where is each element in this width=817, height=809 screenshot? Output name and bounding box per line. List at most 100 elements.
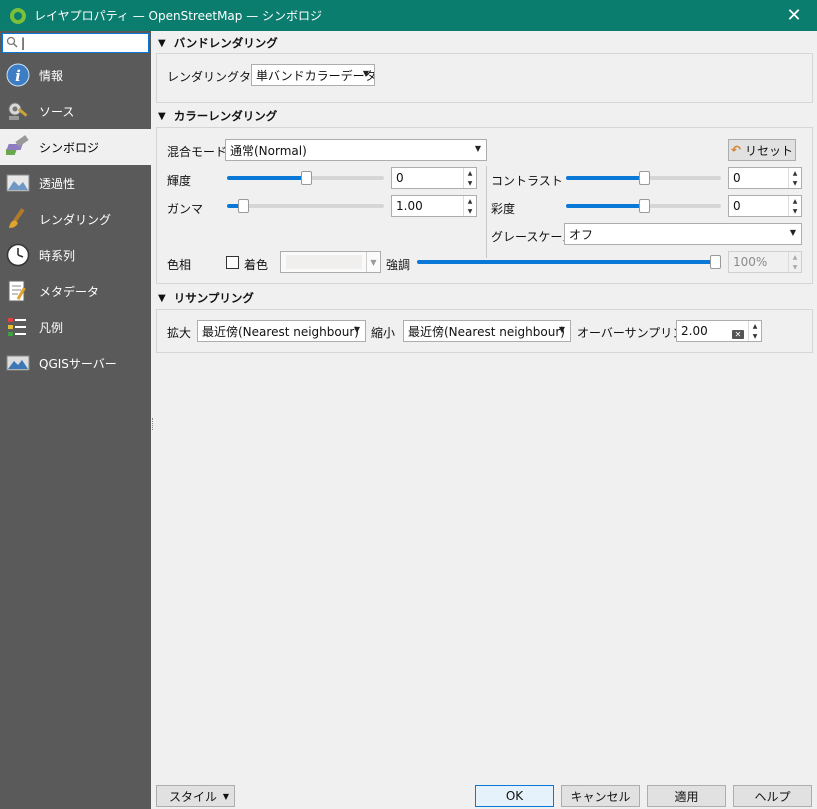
spin-arrows-icon[interactable]: ▲ ▼ — [748, 321, 761, 341]
ok-button[interactable]: OK — [475, 785, 554, 807]
server-icon — [5, 350, 31, 376]
oversampling-value: 2.00 — [681, 324, 708, 338]
window-title: レイヤプロパティ — OpenStreetMap — シンボロジ — [34, 9, 323, 23]
chevron-down-icon: ▼ — [558, 325, 565, 334]
cancel-label: キャンセル — [570, 789, 631, 804]
oversampling-spinbox[interactable]: 2.00 ✕ ▲ ▼ — [676, 320, 762, 342]
slider-handle[interactable] — [710, 255, 721, 269]
colorize-label: 着色 — [244, 258, 269, 272]
hue-label: 色相 — [167, 258, 192, 272]
saturation-value: 0 — [733, 199, 741, 213]
metadata-icon — [5, 278, 31, 304]
sidebar-item-label: 時系列 — [39, 248, 76, 263]
spin-arrows-icon[interactable]: ▲ ▼ — [463, 168, 476, 188]
column-divider — [486, 166, 487, 258]
help-button[interactable]: ヘルプ — [733, 785, 812, 807]
gamma-value: 1.00 — [396, 199, 423, 213]
sidebar-item-metadata[interactable]: メタデータ — [0, 273, 151, 309]
spin-arrows-icon[interactable]: ▲ ▼ — [788, 252, 801, 272]
chevron-down-icon: ▼ — [789, 228, 796, 237]
color-rendering-header[interactable]: ▼ カラーレンダリング — [157, 107, 277, 125]
strength-slider[interactable] — [417, 255, 721, 269]
section-title: リサンプリング — [173, 291, 254, 305]
section-title: カラーレンダリング — [173, 109, 278, 123]
section-title: バンドレンダリング — [173, 36, 278, 50]
spin-arrows-icon[interactable]: ▲ ▼ — [463, 196, 476, 216]
sidebar-item-temporal[interactable]: 時系列 — [0, 237, 151, 273]
render-type-select[interactable]: 単バンドカラーデータ ▼ — [251, 64, 375, 86]
contrast-spinbox[interactable]: 0 ▲ ▼ — [728, 167, 802, 189]
source-icon — [5, 98, 31, 124]
slider-handle[interactable] — [237, 199, 249, 213]
colorize-checkbox[interactable] — [226, 256, 239, 269]
spin-arrows-icon[interactable]: ▲ ▼ — [788, 168, 801, 188]
sidebar-item-label: 情報 — [39, 68, 64, 83]
colorize-color-button[interactable]: ▼ — [280, 251, 381, 273]
cancel-button[interactable]: キャンセル — [561, 785, 640, 807]
reset-label: リセット — [745, 143, 794, 158]
grayscale-value: オフ — [569, 227, 594, 242]
strength-spinbox[interactable]: 100% ▲ ▼ — [728, 251, 802, 273]
blend-mode-select[interactable]: 通常(Normal) ▼ — [225, 139, 487, 161]
zoomed-out-select[interactable]: 最近傍(Nearest neighbour) ▼ — [403, 320, 571, 342]
style-menu-button[interactable]: スタイル ▼ — [156, 785, 235, 807]
blend-mode-value: 通常(Normal) — [230, 143, 307, 158]
slider-track — [227, 204, 384, 208]
blend-mode-label: 混合モード — [167, 145, 228, 159]
slider-handle[interactable] — [638, 171, 650, 185]
strength-label: 強調 — [386, 258, 411, 272]
sidebar-item-label: シンボロジ — [39, 140, 100, 155]
symbology-icon — [5, 134, 31, 160]
sidebar-item-source[interactable]: ソース — [0, 93, 151, 129]
spin-arrows-icon[interactable]: ▲ ▼ — [788, 196, 801, 216]
chevron-down-icon: ▼ — [222, 791, 229, 801]
brightness-spinbox[interactable]: 0 ▲ ▼ — [391, 167, 477, 189]
band-rendering-header[interactable]: ▼ バンドレンダリング — [157, 34, 278, 52]
contrast-value: 0 — [733, 171, 741, 185]
search-field[interactable]: | — [2, 33, 149, 53]
reset-button[interactable]: ↶ リセット — [728, 139, 796, 161]
sidebar-item-label: メタデータ — [39, 284, 100, 299]
close-button[interactable]: ✕ — [771, 0, 817, 31]
grayscale-select[interactable]: オフ ▼ — [564, 223, 802, 245]
gamma-spinbox[interactable]: 1.00 ▲ ▼ — [391, 195, 477, 217]
sidebar-item-label: ソース — [39, 104, 75, 119]
splitter-handle[interactable] — [152, 418, 154, 430]
contrast-slider[interactable] — [566, 171, 721, 185]
title-bar: レイヤプロパティ — OpenStreetMap — シンボロジ ✕ — [0, 0, 817, 31]
gamma-slider[interactable] — [227, 199, 384, 213]
resampling-header[interactable]: ▼ リサンプリング — [157, 289, 254, 307]
text-cursor: | — [21, 36, 26, 50]
saturation-spinbox[interactable]: 0 ▲ ▼ — [728, 195, 802, 217]
zoomed-in-select[interactable]: 最近傍(Nearest neighbour) ▼ — [197, 320, 366, 342]
info-icon: i — [5, 62, 31, 88]
sidebar-item-transparency[interactable]: 透過性 — [0, 165, 151, 201]
sidebar-item-label: レンダリング — [39, 212, 112, 227]
legend-icon — [5, 314, 31, 340]
collapse-triangle-icon: ▼ — [158, 37, 166, 49]
zoomed-in-label: 拡大 — [167, 326, 192, 340]
saturation-slider[interactable] — [566, 199, 721, 213]
zoomed-out-label: 縮小 — [371, 326, 396, 340]
zoomed-in-value: 最近傍(Nearest neighbour) — [202, 324, 359, 339]
saturation-label: 彩度 — [491, 202, 516, 216]
chevron-down-icon: ▼ — [366, 252, 380, 272]
sidebar-item-info[interactable]: i 情報 — [0, 57, 151, 93]
ok-label: OK — [505, 789, 524, 803]
sidebar-item-qgis-server[interactable]: QGISサーバー — [0, 345, 151, 381]
sidebar-item-rendering[interactable]: レンダリング — [0, 201, 151, 237]
qgis-logo-icon — [10, 7, 26, 24]
sidebar-item-symbology[interactable]: シンボロジ — [0, 129, 151, 165]
slider-handle[interactable] — [300, 171, 312, 185]
clock-icon — [5, 242, 31, 268]
slider-handle[interactable] — [638, 199, 650, 213]
search-icon — [3, 36, 21, 51]
collapse-triangle-icon: ▼ — [158, 292, 166, 304]
sidebar-item-legend[interactable]: 凡例 — [0, 309, 151, 345]
clear-icon[interactable]: ✕ — [732, 326, 744, 340]
apply-button[interactable]: 適用 — [647, 785, 726, 807]
brightness-slider[interactable] — [227, 171, 384, 185]
slider-fill — [417, 260, 721, 264]
help-label: ヘルプ — [754, 789, 791, 804]
main-panel: ▼ バンドレンダリング レンダリングタイプ 単バンドカラーデータ ▼ ▼ カラー… — [151, 31, 817, 809]
